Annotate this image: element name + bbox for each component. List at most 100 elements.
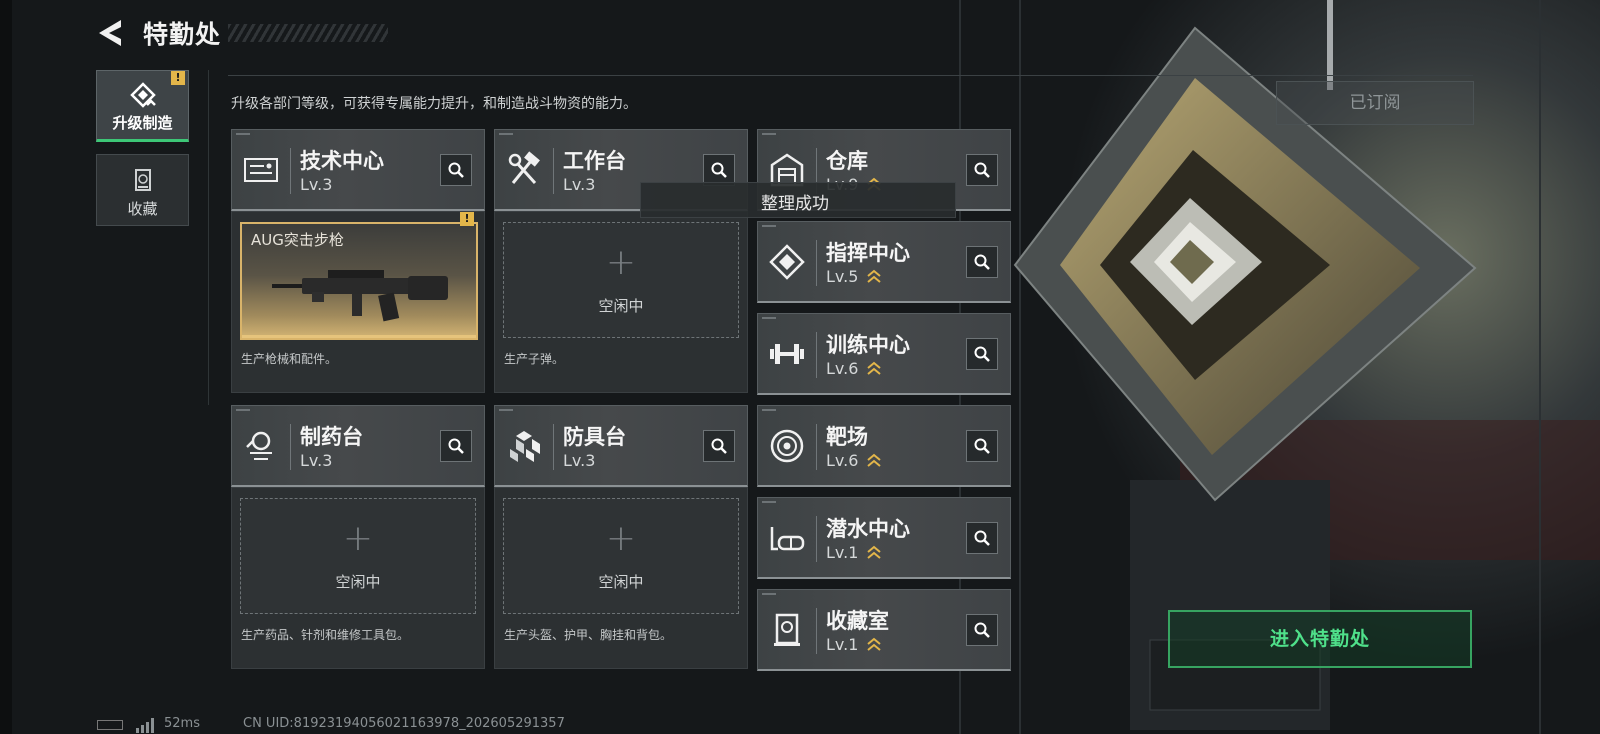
toast-notification: 整理成功 [640, 182, 956, 218]
production-panel-medicine[interactable]: + 空闲中 生产药品、针剂和维修工具包。 [231, 487, 485, 669]
dept-armor-bench[interactable]: 防具台 Lv.3 [494, 405, 748, 487]
search-icon [974, 622, 990, 638]
corner-tag [236, 133, 250, 135]
slot-status: 空闲中 [598, 297, 644, 315]
search-button[interactable] [966, 154, 998, 186]
search-icon [448, 438, 464, 454]
tab-collection-label: 收藏 [127, 200, 158, 218]
header-divider-line [816, 332, 817, 378]
dept-level: Lv.6 [826, 451, 859, 470]
corner-tag [762, 133, 776, 135]
panel-description: 生产药品、针剂和维修工具包。 [241, 628, 410, 642]
dept-name: 制药台 [300, 425, 363, 449]
dept-name: 训练中心 [826, 333, 910, 357]
collection-icon [135, 169, 151, 191]
user-uid: CN UID:81923194056021163978_202605291357 [243, 716, 565, 731]
dept-name: 潜水中心 [826, 517, 910, 541]
search-icon [974, 438, 990, 454]
dept-collection-room[interactable]: 收藏室 Lv.1 [757, 589, 1011, 671]
production-slot-active[interactable]: AUG突击步枪 [240, 222, 478, 340]
header-divider-line [816, 516, 817, 562]
subscribed-button[interactable]: 已订阅 [1276, 81, 1474, 125]
upgrade-icon [130, 82, 156, 108]
corner-tag [762, 317, 776, 319]
producing-item-name: AUG突击步枪 [251, 231, 344, 249]
search-button[interactable] [966, 430, 998, 462]
tab-upgrade-craft[interactable]: 升级制造 ! [96, 70, 189, 142]
dept-name: 仓库 [826, 149, 868, 173]
dept-level: Lv.1 [826, 543, 859, 562]
header-divider-line [553, 424, 554, 470]
training-center-icon [770, 344, 804, 364]
upgrade-chevron-icon [867, 545, 881, 559]
search-button[interactable] [966, 614, 998, 646]
command-center-icon [769, 244, 805, 280]
dept-diving-center[interactable]: 潜水中心 Lv.1 [757, 497, 1011, 579]
upgrade-chevron-icon [867, 637, 881, 651]
production-slot-empty[interactable]: + 空闲中 [503, 498, 739, 614]
corner-tag [762, 225, 776, 227]
corner-tag [236, 409, 250, 411]
dept-name: 收藏室 [826, 609, 889, 633]
search-icon [711, 162, 727, 178]
dept-level: Lv.5 [826, 267, 859, 286]
tab-upgrade-craft-label: 升级制造 [112, 114, 173, 132]
search-button[interactable] [703, 430, 735, 462]
dept-name: 靶场 [826, 425, 868, 449]
search-icon [974, 254, 990, 270]
production-panel-weapons[interactable]: AUG突击步枪 ! 生产枪械和配件。 [231, 211, 485, 393]
search-button[interactable] [440, 154, 472, 186]
page-title: 特勤处 [143, 20, 222, 49]
dept-level: Lv.6 [826, 359, 859, 378]
search-button[interactable] [966, 338, 998, 370]
armor-bench-icon [510, 431, 540, 462]
dept-training-center[interactable]: 训练中心 Lv.6 [757, 313, 1011, 395]
header-divider-line [290, 424, 291, 470]
add-icon: + [342, 518, 374, 559]
network-ping: 52ms [164, 716, 200, 731]
production-panel-ammo[interactable]: + 空闲中 生产子弹。 [494, 211, 748, 393]
dept-level: Lv.3 [563, 175, 596, 194]
shooting-range-icon [770, 429, 804, 463]
upgrade-chevron-icon [867, 453, 881, 467]
search-button[interactable] [966, 246, 998, 278]
enter-special-ops-button[interactable]: 进入特勤处 [1168, 610, 1472, 668]
assault-rifle-icon [272, 270, 448, 322]
dept-pharmacy[interactable]: 制药台 Lv.3 [231, 405, 485, 487]
panel-description: 生产头盔、护甲、胸挂和背包。 [504, 628, 673, 642]
title-decoration [228, 24, 388, 42]
tab-collection[interactable]: 收藏 [96, 154, 189, 226]
dept-level: Lv.1 [826, 635, 859, 654]
corner-tag [762, 593, 776, 595]
dept-level: Lv.3 [563, 451, 596, 470]
upgrade-chevron-icon [867, 361, 881, 375]
signal-icon [136, 718, 154, 733]
corner-tag [762, 409, 776, 411]
production-panel-armor[interactable]: + 空闲中 生产头盔、护甲、胸挂和背包。 [494, 487, 748, 669]
search-icon [974, 530, 990, 546]
production-slot-empty[interactable]: + 空闲中 [503, 222, 739, 338]
alert-badge: ! [460, 212, 474, 226]
back-arrow-icon[interactable] [95, 17, 127, 49]
upgrade-chevron-icon [867, 269, 881, 283]
corner-tag [499, 133, 513, 135]
alert-badge: ! [171, 71, 185, 85]
header-divider-line [816, 424, 817, 470]
corner-tag [499, 409, 513, 411]
search-button[interactable] [440, 430, 472, 462]
production-slot-empty[interactable]: + 空闲中 [240, 498, 476, 614]
workbench-icon [508, 151, 540, 185]
header-divider-line [290, 148, 291, 194]
dept-shooting-range[interactable]: 靶场 Lv.6 [757, 405, 1011, 487]
dept-tech-center[interactable]: 技术中心 Lv.3 [231, 129, 485, 211]
header-divider-line [553, 148, 554, 194]
section-description: 升级各部门等级，可获得专属能力提升，和制造战斗物资的能力。 [231, 96, 637, 112]
dept-name: 技术中心 [300, 149, 384, 173]
production-progress-bar [242, 335, 476, 338]
header-divider-line [816, 608, 817, 654]
dept-command-center[interactable]: 指挥中心 Lv.5 [757, 221, 1011, 303]
search-button[interactable] [966, 522, 998, 554]
search-icon [711, 438, 727, 454]
dept-name: 指挥中心 [826, 241, 910, 265]
corner-tag [762, 501, 776, 503]
